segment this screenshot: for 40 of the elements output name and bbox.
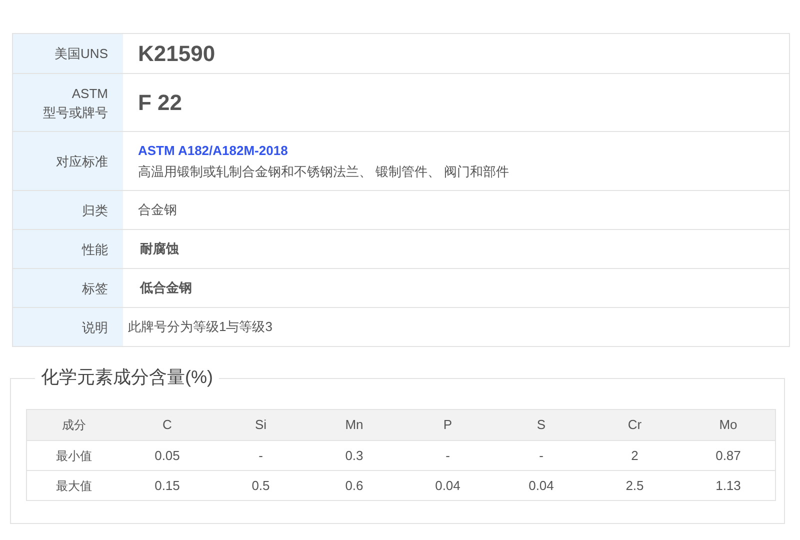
field-label: 对应标准 (56, 152, 108, 170)
panel-title: 化学元素成分含量(%) (35, 365, 219, 389)
table-cell-text: 0.3 (344, 446, 364, 465)
field-label: 性能 (82, 240, 108, 258)
table-cell-text: - (258, 446, 264, 465)
column-header: Cr (626, 416, 643, 434)
standard-link[interactable]: ASTM A182/A182M-2018 (138, 140, 510, 160)
table-cell-text: - (444, 446, 451, 465)
column-header: S (536, 416, 547, 434)
column-header: Si (254, 416, 268, 434)
value-text: K21590 (137, 40, 216, 68)
value-text: 此牌号分为等级1与等级3 (127, 318, 272, 336)
table-cell-text: 0.04 (528, 476, 555, 495)
value-text: 耐腐蚀 (139, 240, 179, 258)
value-text: F 22 (137, 89, 182, 117)
table-cell-text: 2 (630, 446, 640, 465)
field-label: 归类 (82, 202, 108, 220)
row-header: 最小值 (54, 448, 93, 464)
field-label: 标签 (82, 280, 108, 298)
column-header: Mo (718, 416, 738, 434)
field-label: 美国UNS (54, 45, 108, 63)
value-text: 低合金钢 (138, 279, 192, 298)
row-header: 最大值 (54, 478, 93, 494)
table-cell-text: 0.04 (434, 476, 462, 495)
field-label: ASTM 型号或牌号 (43, 84, 108, 122)
table-cell-text: 0.6 (344, 476, 364, 495)
table-cell-text: 0.05 (154, 446, 181, 465)
table-cell-text: 0.15 (154, 476, 181, 495)
standard-description: 高温用锻制或轧制合金钢和不锈钢法兰、 锻制管件、 阀门和部件 (138, 163, 510, 181)
table-cell-text: 1.13 (714, 476, 742, 495)
table-cell-text: 0.87 (714, 446, 742, 465)
table-cell-text: 0.5 (250, 476, 271, 495)
column-header: C (162, 416, 173, 434)
column-header: Mn (344, 416, 364, 434)
value-text: 合金钢 (137, 201, 177, 220)
field-label: 说明 (82, 318, 108, 336)
column-header: P (442, 416, 454, 434)
table-cell-text: 2.5 (624, 476, 645, 495)
column-header: 成分 (60, 417, 87, 434)
table-cell-text: - (538, 446, 544, 465)
